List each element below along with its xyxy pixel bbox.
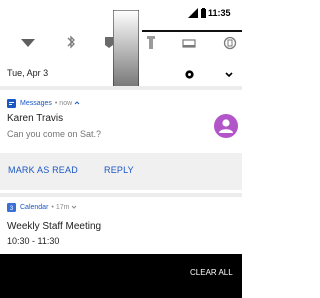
calendar-app-icon: 3 <box>7 202 16 212</box>
messages-app-icon <box>7 98 16 108</box>
message-sender: Karen Travis <box>7 113 64 124</box>
chevron-up-icon[interactable] <box>74 100 80 106</box>
auto-rotate-icon[interactable] <box>222 34 238 50</box>
clear-all-button[interactable]: CLEAR ALL <box>190 268 233 277</box>
notification-footer: CLEAR ALL <box>0 254 242 298</box>
event-title: Weekly Staff Meeting <box>7 221 102 232</box>
chevron-down-icon[interactable] <box>71 204 77 210</box>
mark-as-read-button[interactable]: MARK AS READ <box>8 165 78 175</box>
event-time: 10:30 - 11:30 <box>7 236 60 246</box>
bluetooth-icon[interactable] <box>63 34 79 50</box>
clock: 11:35 <box>208 8 231 18</box>
flashlight-icon[interactable] <box>143 34 159 50</box>
cast-icon[interactable] <box>181 34 197 50</box>
messages-app-name: Messages <box>20 99 52 107</box>
expand-icon[interactable] <box>224 70 234 80</box>
calendar-notification[interactable]: 3 Calendar • 17m Weekly Staff Meeting 10… <box>0 197 242 254</box>
message-preview: Can you come on Sat.? <box>7 129 102 139</box>
battery-icon <box>201 8 206 18</box>
signal-icon <box>188 8 198 18</box>
reply-button[interactable]: REPLY <box>104 165 134 175</box>
notification-actions: MARK AS READ REPLY <box>0 153 242 190</box>
messages-notification[interactable]: Messages • now Karen Travis Can you come… <box>0 90 242 193</box>
calendar-timestamp: • 17m <box>51 203 70 211</box>
date-label: Tue, Apr 3 <box>7 68 49 78</box>
calendar-app-header: 3 Calendar • 17m <box>7 202 77 212</box>
settings-icon[interactable] <box>184 69 195 80</box>
messages-app-header: Messages • now <box>7 98 80 108</box>
wifi-icon[interactable] <box>20 34 36 50</box>
messages-timestamp: • now <box>54 99 73 107</box>
calendar-app-name: Calendar <box>20 203 49 211</box>
person-icon <box>219 119 233 133</box>
gesture-guide-line <box>142 30 242 32</box>
avatar <box>214 114 238 138</box>
